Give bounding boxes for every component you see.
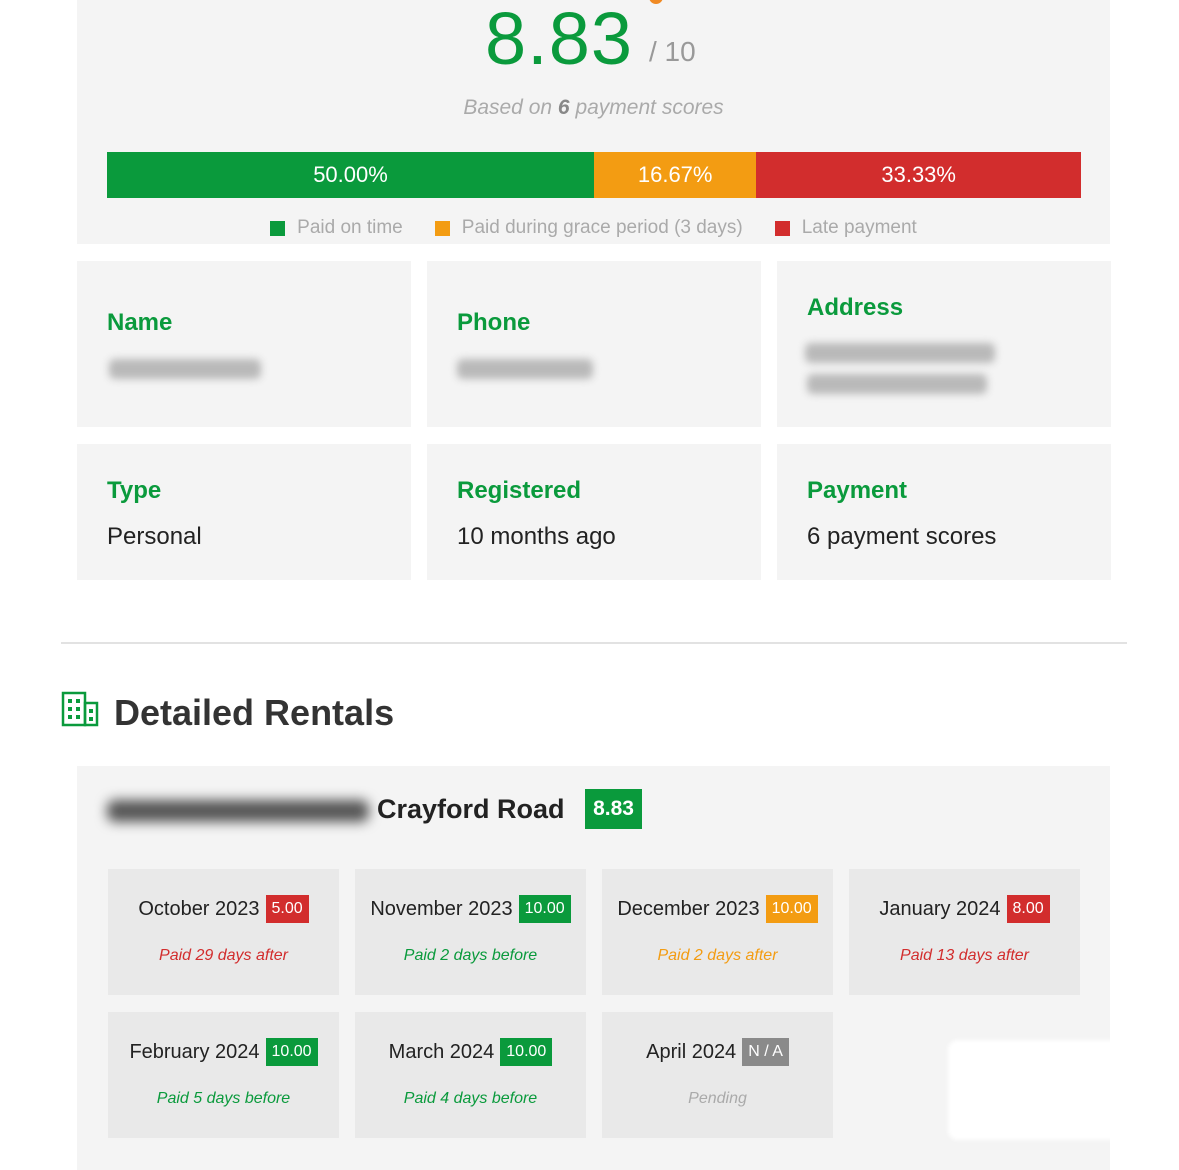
bar-segment-on-time: 50.00%	[107, 152, 594, 198]
month-head: April 2024 N / A	[602, 1036, 833, 1068]
month-score-badge: 10.00	[518, 895, 571, 923]
legend-label: Paid during grace period (3 days)	[461, 217, 743, 238]
month-score-badge: N / A	[742, 1038, 789, 1066]
month-head: February 2024 10.00	[108, 1036, 339, 1068]
month-name: December 2023	[617, 897, 760, 920]
registered-value: 10 months ago	[457, 523, 616, 550]
address-line-1-redacted	[805, 343, 995, 363]
based-on-text: Based on 6 payment scores	[77, 96, 1110, 120]
month-card[interactable]: March 2024 10.00 Paid 4 days before	[355, 1012, 586, 1138]
month-card[interactable]: January 2024 8.00 Paid 13 days after	[849, 869, 1080, 995]
bar-segment-label: 50.00%	[313, 162, 388, 187]
month-card[interactable]: February 2024 10.00 Paid 5 days before	[108, 1012, 339, 1138]
based-on-prefix: Based on	[463, 96, 553, 119]
month-head: January 2024 8.00	[849, 893, 1080, 925]
month-score-badge: 10.00	[500, 1038, 553, 1066]
month-name: February 2024	[129, 1040, 260, 1063]
legend-swatch	[774, 220, 790, 236]
type-value: Personal	[107, 523, 202, 550]
info-card-address: Address	[777, 261, 1111, 427]
phone-value-redacted	[457, 359, 593, 379]
score-summary-panel: 8.83 / 10 Based on 6 payment scores 50.0…	[77, 0, 1110, 244]
month-score-badge: 5.00	[265, 895, 309, 923]
bar-segment-label: 16.67%	[637, 162, 713, 187]
legend-swatch	[434, 220, 450, 236]
score-max: / 10	[649, 36, 696, 67]
section-title: Detailed Rentals	[114, 692, 395, 733]
legend-label: Paid on time	[297, 217, 403, 238]
distribution-legend: Paid on time Paid during grace period (3…	[77, 216, 1110, 240]
payment-distribution-bar: 50.00% 16.67% 33.33%	[107, 152, 1081, 198]
month-head: March 2024 10.00	[355, 1036, 586, 1068]
based-on-suffix: payment scores	[575, 96, 724, 119]
info-card-payment: Payment 6 payment scores	[777, 444, 1111, 580]
name-label: Name	[107, 309, 173, 336]
legend-item-late: Late payment	[774, 216, 917, 240]
building-icon	[61, 691, 99, 727]
month-payment-note: Pending	[688, 1090, 747, 1107]
info-card-name: Name	[77, 261, 411, 427]
based-on-count: 6	[557, 96, 570, 119]
month-score-badge: 10.00	[265, 1038, 318, 1066]
legend-swatch	[270, 220, 286, 236]
legend-label: Late payment	[801, 217, 917, 238]
month-card[interactable]: April 2024 N / A Pending	[602, 1012, 833, 1138]
address-line-2-redacted	[807, 374, 987, 394]
type-label: Type	[107, 477, 162, 504]
payment-value: 6 payment scores	[807, 523, 997, 550]
phone-label: Phone	[457, 309, 531, 336]
month-name: April 2024	[646, 1040, 737, 1063]
month-payment-note: Paid 2 days after	[657, 947, 778, 964]
legend-item-grace: Paid during grace period (3 days)	[434, 216, 743, 240]
month-payment-note: Paid 4 days before	[403, 1090, 538, 1107]
month-payment-note: Paid 13 days after	[900, 947, 1029, 964]
month-name: January 2024	[879, 897, 1001, 920]
name-value-redacted	[109, 359, 261, 379]
month-payment-note: Paid 2 days before	[403, 947, 538, 964]
month-payment-note: Paid 5 days before	[156, 1090, 291, 1107]
bar-segment-late: 33.33%	[756, 152, 1081, 198]
accent-dot	[649, 0, 663, 4]
month-head: November 2023 10.00	[355, 893, 586, 925]
info-card-phone: Phone	[427, 261, 761, 427]
info-card-registered: Registered 10 months ago	[427, 444, 761, 580]
month-payment-note: Paid 29 days after	[159, 947, 288, 964]
month-head: October 2023 5.00	[108, 893, 339, 925]
address-label: Address	[807, 294, 904, 321]
bar-segment-grace: 16.67%	[594, 152, 757, 198]
month-name: November 2023	[370, 897, 513, 920]
month-card[interactable]: November 2023 10.00 Paid 2 days before	[355, 869, 586, 995]
month-card[interactable]: December 2023 10.00 Paid 2 days after	[602, 869, 833, 995]
bar-segment-label: 33.33%	[881, 162, 956, 187]
legend-item-on-time: Paid on time	[270, 216, 403, 240]
payment-label: Payment	[807, 477, 908, 504]
month-head: December 2023 10.00	[602, 893, 833, 925]
month-card[interactable]: October 2023 5.00 Paid 29 days after	[108, 869, 339, 995]
month-name: October 2023	[138, 897, 260, 920]
month-name: March 2024	[388, 1040, 495, 1063]
property-name-redacted	[107, 800, 369, 822]
month-score-badge: 8.00	[1006, 895, 1050, 923]
section-divider	[61, 642, 1127, 644]
property-score-badge: 8.83	[585, 789, 642, 829]
info-card-type: Type Personal	[77, 444, 411, 580]
registered-label: Registered	[457, 477, 582, 504]
overall-score: 8.83	[485, 0, 634, 80]
property-name: Crayford Road	[377, 794, 565, 824]
month-score-badge: 10.00	[765, 895, 818, 923]
white-overlay-patch	[948, 1040, 1154, 1140]
